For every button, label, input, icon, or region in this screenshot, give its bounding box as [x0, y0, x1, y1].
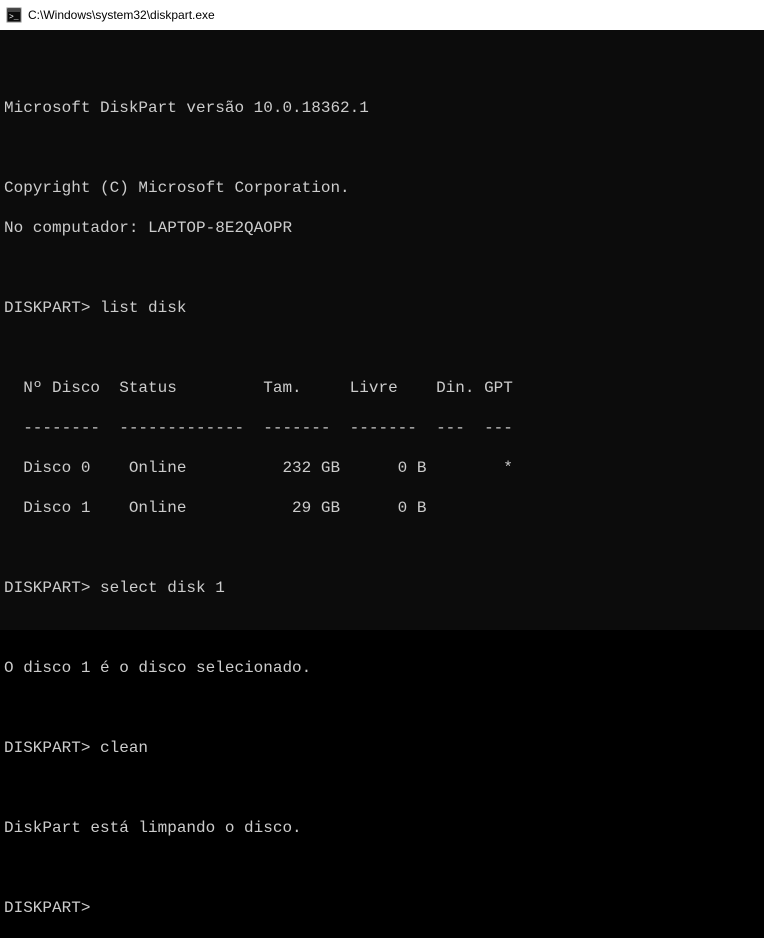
- terminal-output[interactable]: Microsoft DiskPart versão 10.0.18362.1 C…: [0, 30, 764, 630]
- table-row: Disco 1 Online 29 GB 0 B: [4, 498, 764, 518]
- cursor: [90, 901, 98, 917]
- command-line: DISKPART> list disk: [4, 298, 764, 318]
- svg-text:>_: >_: [9, 13, 19, 22]
- table-separator: -------- ------------- ------- ------- -…: [4, 418, 764, 438]
- window-titlebar[interactable]: >_ C:\Windows\system32\diskpart.exe: [0, 0, 764, 30]
- table-header: Nº Disco Status Tam. Livre Din. GPT: [4, 378, 764, 398]
- cmd-icon: >_: [6, 7, 22, 23]
- copyright-line: Copyright (C) Microsoft Corporation.: [4, 178, 764, 198]
- command-line: DISKPART> select disk 1: [4, 578, 764, 598]
- computer-line: No computador: LAPTOP-8E2QAOPR: [4, 218, 764, 238]
- table-row: Disco 0 Online 232 GB 0 B *: [4, 458, 764, 478]
- response-line: O disco 1 é o disco selecionado.: [4, 658, 764, 678]
- prompt-text: DISKPART>: [4, 899, 90, 917]
- intro-line: Microsoft DiskPart versão 10.0.18362.1: [4, 98, 764, 118]
- response-line: DiskPart está limpando o disco.: [4, 818, 764, 838]
- prompt-line[interactable]: DISKPART>: [4, 898, 764, 918]
- command-line: DISKPART> clean: [4, 738, 764, 758]
- window-title: C:\Windows\system32\diskpart.exe: [28, 8, 215, 22]
